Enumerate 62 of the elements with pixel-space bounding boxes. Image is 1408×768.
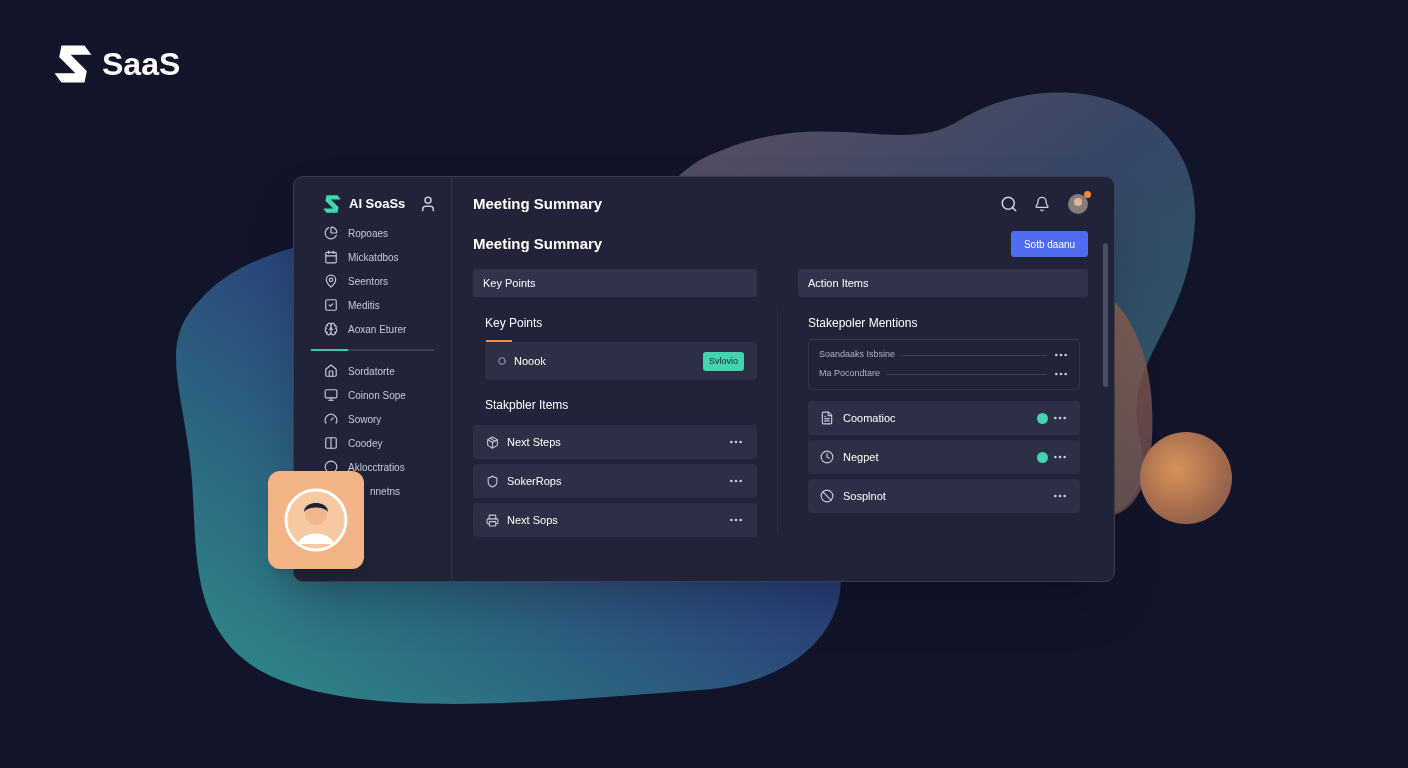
sidebar-item[interactable]: Aklocctratios <box>348 459 405 475</box>
mention-label: Soandaaks Isbsine <box>819 348 896 362</box>
avatar-icon <box>284 488 348 552</box>
bell-icon[interactable] <box>1034 196 1050 212</box>
monitor-icon <box>324 388 338 402</box>
section-heading: Stakepoler Mentions <box>808 315 919 332</box>
user-icon[interactable] <box>419 195 437 213</box>
highlight-row[interactable]: Noook Svlovio <box>485 342 757 380</box>
sidebar-item[interactable]: Meditis <box>348 297 380 313</box>
circle-icon <box>324 460 338 474</box>
radio-icon[interactable] <box>498 357 506 365</box>
home-icon <box>324 364 338 378</box>
row-label: Next Sops <box>507 512 558 528</box>
sidebar-item[interactable]: Sordatorte <box>348 363 395 379</box>
list-row[interactable]: Next Steps <box>473 425 757 459</box>
circle-slash-icon <box>820 489 834 503</box>
list-row[interactable]: SokerRops <box>473 464 757 498</box>
section-bar: Key Points <box>473 269 757 297</box>
scrollbar[interactable] <box>1103 243 1108 387</box>
sidebar-item[interactable]: Aoxan Eturer <box>348 321 407 337</box>
calendar-icon <box>324 250 338 264</box>
row-label: Sosplnot <box>843 488 886 504</box>
list-row[interactable]: Next Sops <box>473 503 757 537</box>
brand-name: SaaS <box>102 45 181 84</box>
page-title: Meeting Summary <box>473 233 603 254</box>
user-avatar[interactable] <box>1068 194 1088 214</box>
section-bar: Action Items <box>798 269 1088 297</box>
columns-icon <box>324 436 338 450</box>
list-row[interactable]: Coomatioc <box>808 401 1080 435</box>
box-icon <box>486 435 499 449</box>
sidebar-item[interactable]: Seentors <box>348 273 389 289</box>
document-icon <box>820 411 834 425</box>
section-heading: Stakpbler Items <box>485 397 570 414</box>
sidebar-item[interactable]: Coodey <box>348 435 383 451</box>
section-heading: Key Points <box>485 315 544 332</box>
sidebar-item[interactable]: Sowory <box>348 411 382 427</box>
search-icon[interactable] <box>1000 195 1018 213</box>
shield-icon <box>486 474 499 488</box>
logo-icon <box>321 193 343 215</box>
list-row[interactable]: Negpet <box>808 440 1080 474</box>
sidebar-item[interactable]: Coinon Sope <box>348 387 406 403</box>
sidebar-item[interactable]: nnetns <box>370 483 401 499</box>
row-label: SokerRops <box>507 473 562 489</box>
printer-icon <box>486 513 499 527</box>
sidebar-item[interactable]: Ropoaes <box>348 225 389 241</box>
clock-icon <box>820 450 834 464</box>
pin-icon <box>324 274 338 288</box>
row-label: Noook <box>514 353 546 369</box>
list-row[interactable]: Sosplnot <box>808 479 1080 513</box>
mention-label: Ma Pocondtare <box>819 367 881 381</box>
row-label: Next Steps <box>507 434 561 450</box>
row-label: Negpet <box>843 449 879 465</box>
primary-button[interactable]: Sotb daanu <box>1011 231 1088 257</box>
header-title: Meeting Summary <box>473 193 603 214</box>
status-badge: Svlovio <box>703 351 744 371</box>
app-name: AI SoaSs <box>349 195 406 214</box>
gauge-icon <box>324 412 338 426</box>
row-label: Coomatioc <box>843 410 896 426</box>
brain-icon <box>324 322 338 336</box>
check-square-icon <box>324 298 338 312</box>
pie-chart-icon <box>324 226 338 240</box>
sidebar-item[interactable]: Mickatdbos <box>348 249 399 265</box>
